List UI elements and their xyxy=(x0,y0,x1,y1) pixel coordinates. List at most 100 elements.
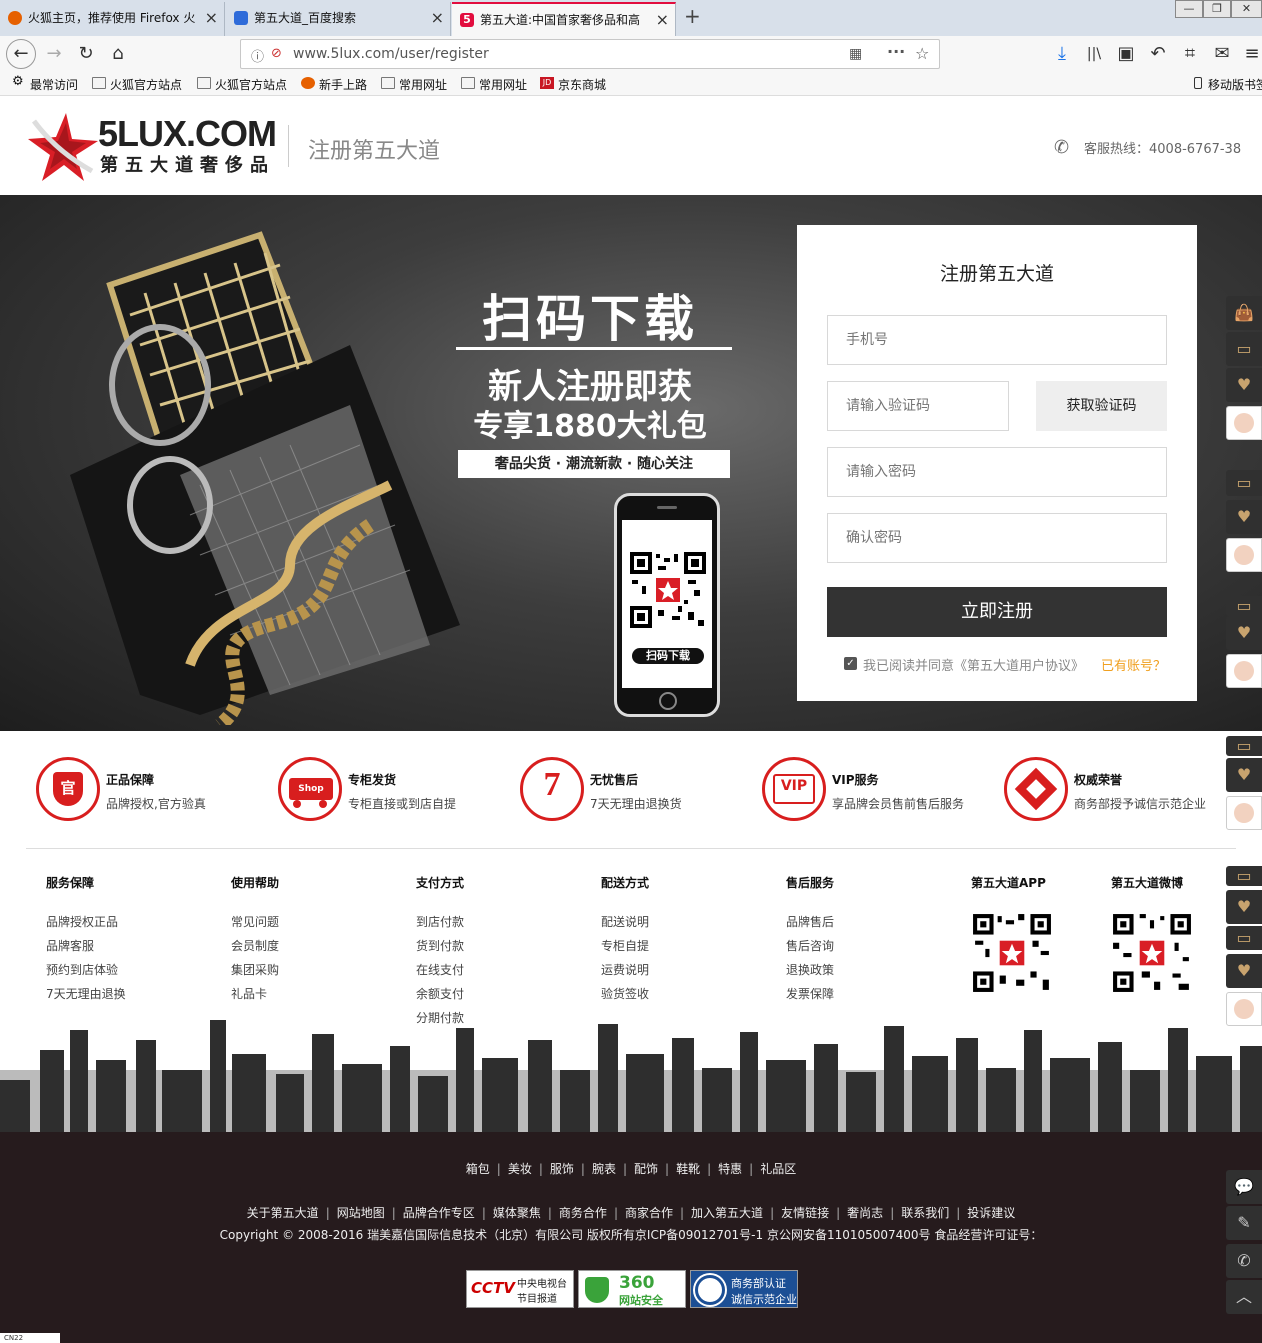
card-icon[interactable]: ▭ xyxy=(1226,926,1262,950)
forward-icon[interactable]: → xyxy=(42,42,66,66)
footer-link[interactable]: 货到付款 xyxy=(416,937,464,961)
get-code-button[interactable]: 获取验证码 xyxy=(1036,381,1167,431)
footer-link[interactable]: 奢尚志 xyxy=(847,1206,883,1220)
logo-star-icon[interactable] xyxy=(26,111,100,185)
commerce-ministry-badge[interactable]: 商务部认证 诚信示范企业 xyxy=(690,1270,798,1308)
card-icon[interactable]: ▭ xyxy=(1226,866,1262,886)
verification-code-input[interactable] xyxy=(827,381,1009,431)
footer-link[interactable]: 美妆 xyxy=(508,1162,532,1176)
footer-link[interactable]: 鞋靴 xyxy=(676,1162,700,1176)
footer-link[interactable]: 在线支付 xyxy=(416,961,464,985)
tab-5lux[interactable]: 5 第五大道:中国首家奢侈品和高 × xyxy=(452,2,676,36)
tab-baidu-search[interactable]: 第五大道_百度搜索 × xyxy=(226,2,451,36)
bookmark-most-visited[interactable]: ⚙ 最常访问 xyxy=(12,75,78,93)
customer-avatar-icon[interactable] xyxy=(1226,538,1262,572)
footer-link[interactable]: 友情链接 xyxy=(781,1206,829,1220)
login-link[interactable]: 已有账号？ xyxy=(1101,655,1166,674)
360-security-badge[interactable]: 360 网站安全 xyxy=(578,1270,686,1308)
screenshot-icon[interactable]: ⌗ xyxy=(1178,42,1202,66)
bookmark-common-sites-1[interactable]: 常用网址 xyxy=(381,76,447,93)
favorite-heart-icon[interactable]: ♥ xyxy=(1226,890,1262,924)
footer-link[interactable]: 退换政策 xyxy=(786,961,834,985)
close-tab-icon[interactable]: × xyxy=(205,2,218,34)
more-icon[interactable]: ··· xyxy=(887,42,905,61)
footer-link[interactable]: 常见问题 xyxy=(231,913,279,937)
footer-link[interactable]: 媒体聚焦 xyxy=(493,1206,541,1220)
footer-link[interactable]: 会员制度 xyxy=(231,937,279,961)
back-to-top-icon[interactable]: ︿ xyxy=(1226,1280,1262,1314)
footer-link[interactable]: 网站地图 xyxy=(337,1206,385,1220)
wechat-icon[interactable]: 💬 xyxy=(1226,1170,1262,1204)
download-icon[interactable]: ⤓ xyxy=(1050,42,1074,66)
logo-text[interactable]: 5LUX.COM xyxy=(98,113,277,155)
close-tab-icon[interactable]: × xyxy=(656,4,669,36)
card-icon[interactable]: ▭ xyxy=(1226,332,1262,366)
footer-link[interactable]: 投诉建议 xyxy=(967,1206,1015,1220)
favorite-heart-icon[interactable]: ♥ xyxy=(1226,368,1262,402)
footer-link[interactable]: 余额支付 xyxy=(416,985,464,1009)
footer-link[interactable]: 到店付款 xyxy=(416,913,464,937)
favorite-heart-icon[interactable]: ♥ xyxy=(1226,500,1262,534)
agree-checkbox[interactable]: ✓ xyxy=(844,657,857,670)
footer-link[interactable]: 商家合作 xyxy=(625,1206,673,1220)
phone-icon[interactable]: ✆ xyxy=(1226,1244,1262,1278)
password-input[interactable] xyxy=(827,447,1167,497)
customer-avatar-icon[interactable] xyxy=(1226,654,1262,688)
minimize-icon[interactable]: — xyxy=(1175,0,1203,18)
footer-link[interactable]: 品牌客服 xyxy=(46,937,126,961)
confirm-password-input[interactable] xyxy=(827,513,1167,563)
footer-link[interactable]: 预约到店体验 xyxy=(46,961,126,985)
chat-icon[interactable]: ✉ xyxy=(1210,42,1234,66)
footer-link[interactable]: 品牌合作专区 xyxy=(403,1206,475,1220)
footer-link[interactable]: 售后咨询 xyxy=(786,937,834,961)
customer-avatar-icon[interactable] xyxy=(1226,796,1262,830)
footer-link[interactable]: 腕表 xyxy=(592,1162,616,1176)
sidebar-icon[interactable]: ▣ xyxy=(1114,42,1138,66)
cctv-badge[interactable]: CCTV 中央电视台 节目报道 xyxy=(466,1270,574,1308)
footer-link[interactable]: 加入第五大道 xyxy=(691,1206,763,1220)
bookmark-star-icon[interactable]: ☆ xyxy=(915,44,929,63)
bookmark-firefox-official-1[interactable]: 火狐官方站点 xyxy=(92,76,182,93)
feedback-pen-icon[interactable]: ✎ xyxy=(1226,1206,1262,1240)
footer-link[interactable]: 专柜自提 xyxy=(601,937,649,961)
footer-link[interactable]: 关于第五大道 xyxy=(247,1206,319,1220)
url-text[interactable]: www.5lux.com/user/register xyxy=(293,46,489,62)
footer-link[interactable]: 商务合作 xyxy=(559,1206,607,1220)
undo-icon[interactable]: ↶ xyxy=(1146,42,1170,66)
restore-icon[interactable]: ❐ xyxy=(1203,0,1231,18)
url-bar[interactable]: ⓘ ⊘ www.5lux.com/user/register ▦ ··· ☆ xyxy=(240,39,940,69)
agree-text[interactable]: 我已阅读并同意《第五大道用户协议》 xyxy=(863,655,1084,674)
phone-input[interactable] xyxy=(827,315,1167,365)
cart-bag-icon[interactable]: 👜 xyxy=(1226,296,1262,330)
footer-link[interactable]: 特惠 xyxy=(718,1162,742,1176)
library-icon[interactable]: ||\ xyxy=(1082,42,1106,66)
favorite-heart-icon[interactable]: ♥ xyxy=(1226,954,1262,988)
window-close-icon[interactable]: ✕ xyxy=(1231,0,1262,18)
footer-link[interactable]: 配送说明 xyxy=(601,913,649,937)
favorite-heart-icon[interactable]: ♥ xyxy=(1226,758,1262,792)
footer-link[interactable]: 服饰 xyxy=(550,1162,574,1176)
close-tab-icon[interactable]: × xyxy=(431,2,444,34)
footer-link[interactable]: 礼品卡 xyxy=(231,985,279,1009)
footer-link[interactable]: 集团采购 xyxy=(231,961,279,985)
footer-link[interactable]: 联系我们 xyxy=(901,1206,949,1220)
favorite-heart-icon[interactable]: ♥ xyxy=(1226,616,1262,650)
bookmark-getting-started[interactable]: 新手上路 xyxy=(301,76,367,93)
qr-code-icon[interactable]: ▦ xyxy=(849,46,862,62)
back-icon[interactable]: ← xyxy=(6,39,36,69)
footer-link[interactable]: 品牌授权正品 xyxy=(46,913,126,937)
card-icon[interactable]: ▭ xyxy=(1226,470,1262,496)
new-tab-icon[interactable]: + xyxy=(684,4,701,28)
customer-avatar-icon[interactable] xyxy=(1226,406,1262,440)
register-submit-button[interactable]: 立即注册 xyxy=(827,587,1167,637)
customer-avatar-icon[interactable] xyxy=(1226,992,1262,1026)
tab-firefox-home[interactable]: 火狐主页，推荐使用 Firefox 火 × xyxy=(0,2,225,36)
info-icon[interactable]: ⓘ xyxy=(251,46,264,65)
footer-link[interactable]: 品牌售后 xyxy=(786,913,834,937)
bookmark-jd[interactable]: JD 京东商城 xyxy=(540,76,606,93)
footer-link[interactable]: 箱包 xyxy=(466,1162,490,1176)
menu-icon[interactable]: ≡ xyxy=(1242,42,1262,66)
reload-icon[interactable]: ↻ xyxy=(74,42,98,66)
footer-link[interactable]: 礼品区 xyxy=(760,1162,796,1176)
bookmark-firefox-official-2[interactable]: 火狐官方站点 xyxy=(197,76,287,93)
